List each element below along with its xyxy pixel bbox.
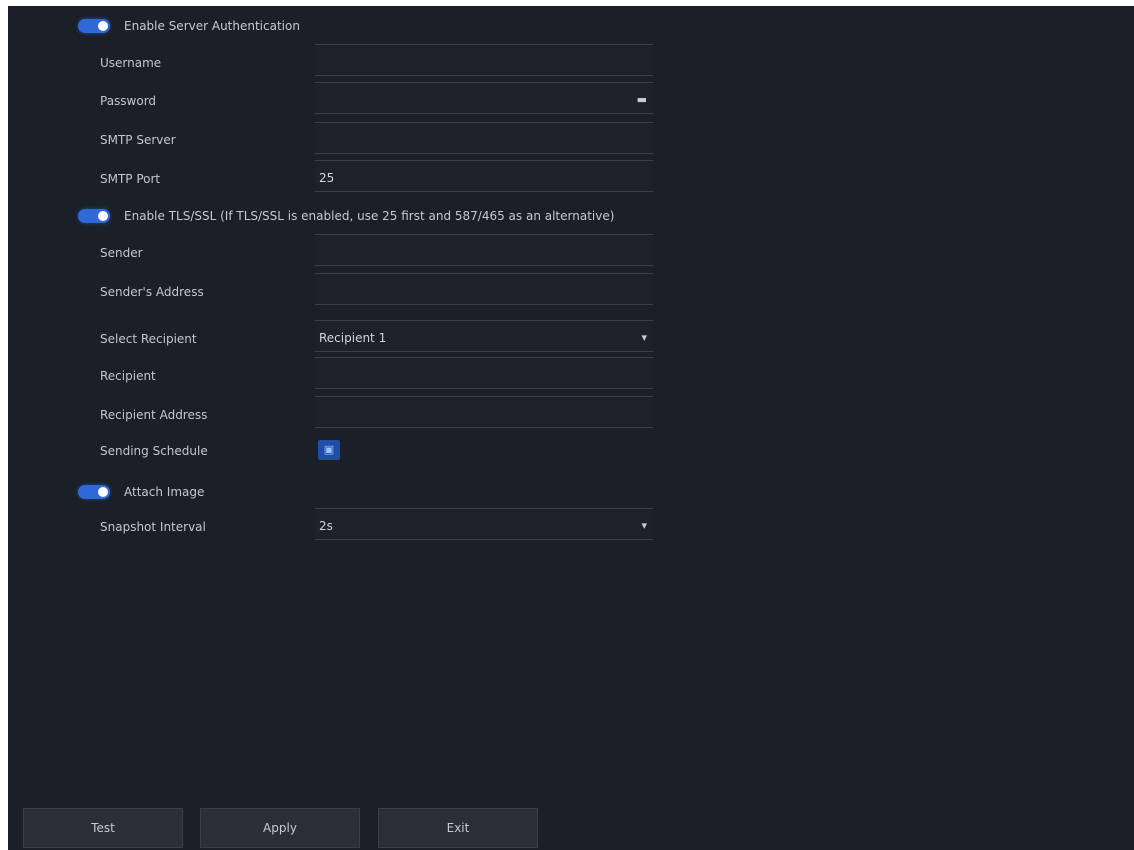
sending-schedule-label: Sending Schedule	[100, 444, 208, 458]
sender-input[interactable]	[315, 234, 653, 266]
select-recipient-dropdown[interactable]: Recipient 1 ▾	[315, 320, 653, 352]
username-label: Username	[100, 56, 162, 70]
tls-toggle-label: Enable TLS/SSL (If TLS/SSL is enabled, u…	[124, 209, 615, 223]
snapshot-interval-value: 2s	[319, 519, 333, 533]
server-auth-toggle[interactable]	[78, 19, 110, 33]
schedule-icon[interactable]: ▣	[318, 440, 340, 460]
smtp-server-label: SMTP Server	[100, 133, 176, 147]
password-input[interactable]: ▬	[315, 82, 653, 114]
chevron-down-icon: ▾	[641, 331, 647, 344]
sender-address-input[interactable]	[315, 273, 653, 305]
attach-image-toggle-row[interactable]: Attach Image	[78, 480, 204, 504]
chevron-down-icon: ▾	[641, 519, 647, 532]
recipient-address-label: Recipient Address	[100, 408, 208, 422]
smtp-port-label: SMTP Port	[100, 172, 161, 186]
attach-image-toggle[interactable]	[78, 485, 110, 499]
recipient-label: Recipient	[100, 369, 156, 383]
recipient-input[interactable]	[315, 357, 653, 389]
toggle-knob	[98, 21, 108, 31]
tls-toggle-row[interactable]: Enable TLS/SSL (If TLS/SSL is enabled, u…	[78, 204, 614, 228]
smtp-port-input[interactable]: 25	[315, 160, 653, 192]
smtp-server-input[interactable]	[315, 122, 653, 154]
server-auth-toggle-label: Enable Server Authentication	[124, 19, 300, 33]
apply-button[interactable]: Apply	[200, 808, 360, 848]
sender-address-label: Sender's Address	[100, 285, 204, 299]
snapshot-interval-dropdown[interactable]: 2s ▾	[315, 508, 653, 540]
attach-image-toggle-label: Attach Image	[124, 485, 205, 499]
recipient-address-input[interactable]	[315, 396, 653, 428]
tls-toggle[interactable]	[78, 209, 110, 223]
select-recipient-value: Recipient 1	[319, 331, 387, 345]
test-button[interactable]: Test	[23, 808, 183, 848]
eye-icon[interactable]: ▬	[637, 93, 647, 106]
sender-label: Sender	[100, 246, 143, 260]
username-input[interactable]	[315, 44, 653, 76]
password-label: Password	[100, 94, 157, 108]
select-recipient-label: Select Recipient	[100, 332, 197, 346]
toggle-knob	[98, 487, 108, 497]
toggle-knob	[98, 211, 108, 221]
server-auth-toggle-row[interactable]: Enable Server Authentication	[78, 14, 300, 38]
snapshot-interval-label: Snapshot Interval	[100, 520, 206, 534]
email-settings-screen: Enable Server Authentication Username Pa…	[8, 6, 1134, 850]
exit-button[interactable]: Exit	[378, 808, 538, 848]
